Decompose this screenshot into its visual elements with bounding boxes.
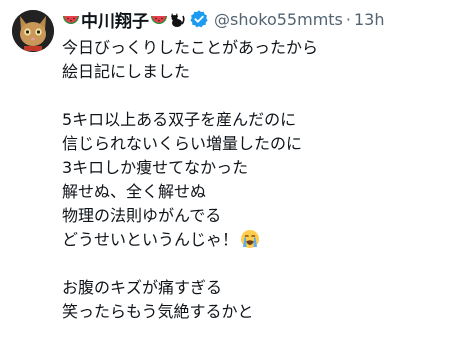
black-cat-icon [168, 10, 186, 28]
tweet-line: 物理の法則ゆがんでる [62, 206, 222, 225]
tweet-line: 絵日記にしました [62, 62, 191, 81]
tweet-line: 信じられないくらい増量したのに [62, 134, 303, 153]
timestamp[interactable]: 13h [354, 10, 385, 29]
tweet-line: 5キロ以上ある双子を産んだのに [62, 110, 297, 129]
loudly-crying-face-icon [240, 229, 260, 249]
tweet-line-text: どうせいというんじゃ！ [62, 230, 239, 249]
tweet-header: 中川翔子 @shoko55mmts · 13h [62, 7, 385, 32]
tweet-line: お腹のキズが痛すぎる [62, 278, 223, 297]
tweet-text: 今日びっくりしたことがあったから 絵日記にしました 5キロ以上ある双子を産んだの… [62, 36, 442, 324]
tweet-line: 笑ったらもう気絶するかと [62, 302, 254, 321]
tweet-line: 今日びっくりしたことがあったから [62, 38, 319, 57]
cat-avatar-icon [12, 10, 54, 52]
separator-dot: · [345, 9, 351, 29]
display-name[interactable]: 中川翔子 [81, 7, 149, 32]
tweet: 中川翔子 @shoko55mmts · 13h 今日びっくりしたことがあったから… [0, 0, 450, 342]
tweet-line: 解せぬ、全く解せぬ [62, 182, 207, 201]
tweet-line: 3キロしか痩せてなかった [62, 158, 249, 177]
user-handle[interactable]: @shoko55mmts [214, 10, 343, 29]
watermelon-icon [62, 10, 80, 28]
verified-badge-icon[interactable] [189, 9, 209, 29]
watermelon-icon [150, 10, 168, 28]
avatar[interactable] [12, 10, 54, 52]
tweet-line-with-emoji: どうせいというんじゃ！ [62, 228, 442, 252]
